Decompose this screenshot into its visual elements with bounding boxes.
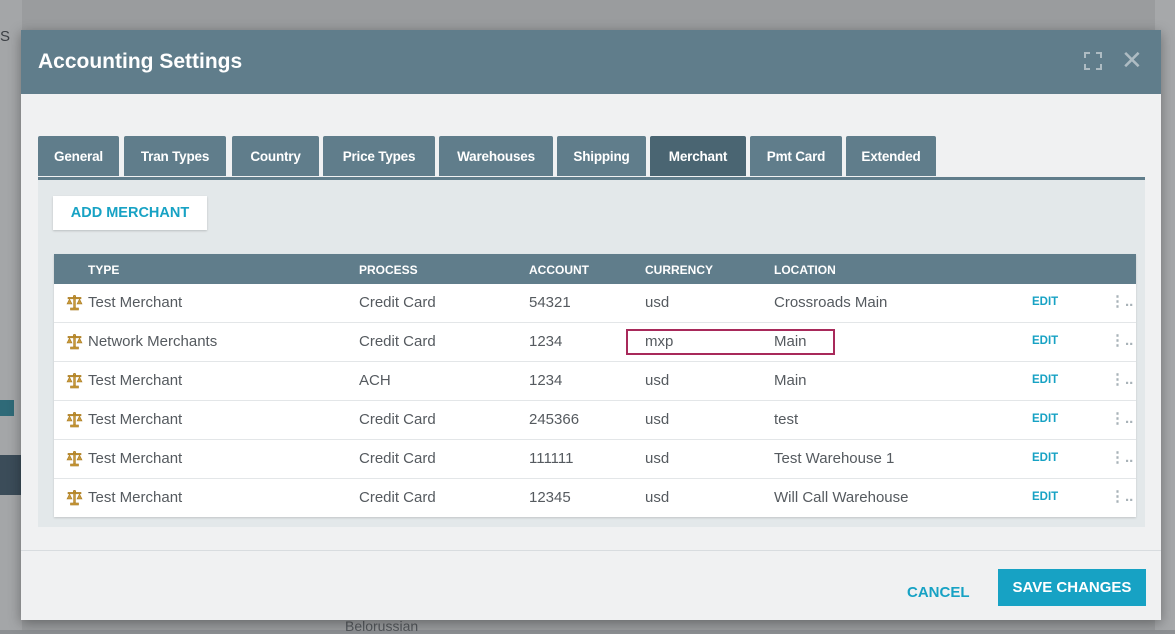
table-row[interactable]: Test Merchant Credit Card 245366 usd test EDI… bbox=[54, 400, 1136, 439]
cell-account: 1234 bbox=[529, 333, 563, 350]
table-header: TYPE PROCESS ACCOUNT CURRENCY LOCATION bbox=[54, 254, 1136, 284]
edit-link[interactable]: EDIT bbox=[1032, 452, 1058, 464]
tab-general[interactable]: General bbox=[38, 136, 119, 176]
background-sidebar bbox=[0, 0, 22, 630]
accounting-settings-dialog: Accounting Settings ✕ General Tran Types C… bbox=[21, 30, 1161, 620]
cell-type: Network Merchants bbox=[88, 333, 218, 350]
cell-location: Main bbox=[774, 372, 807, 389]
scales-icon bbox=[66, 372, 83, 389]
cell-account: 54321 bbox=[529, 294, 571, 311]
table-row[interactable]: Network Merchants Credit Card 1234 mxp Main E… bbox=[54, 322, 1136, 361]
edit-link[interactable]: EDIT bbox=[1032, 374, 1058, 386]
cell-account: 111111 bbox=[529, 450, 574, 467]
cell-location: Will Call Warehouse bbox=[774, 489, 909, 506]
close-icon[interactable]: ✕ bbox=[1121, 47, 1143, 73]
column-header-account[interactable]: ACCOUNT bbox=[529, 263, 589, 277]
background-label: S bbox=[0, 28, 11, 45]
cell-location: test bbox=[774, 411, 799, 428]
cell-type: Test Merchant bbox=[88, 411, 183, 428]
tab-country[interactable]: Country bbox=[232, 136, 319, 176]
more-options-icon[interactable]: ⋮.. bbox=[1110, 331, 1133, 349]
cell-process: Credit Card bbox=[359, 294, 436, 311]
column-header-location[interactable]: LOCATION bbox=[774, 263, 836, 277]
more-options-icon[interactable]: ⋮.. bbox=[1110, 292, 1133, 310]
background-marker bbox=[0, 455, 22, 495]
scales-icon bbox=[66, 294, 83, 311]
column-header-type[interactable]: TYPE bbox=[88, 263, 119, 277]
cell-currency: usd bbox=[645, 294, 670, 311]
add-merchant-button[interactable]: ADD MERCHANT bbox=[53, 196, 207, 230]
scales-icon bbox=[66, 450, 83, 467]
cell-type: Test Merchant bbox=[88, 372, 183, 389]
cell-process: Credit Card bbox=[359, 450, 436, 467]
more-options-icon[interactable]: ⋮.. bbox=[1110, 448, 1133, 466]
tab-warehouses[interactable]: Warehouses bbox=[439, 136, 553, 176]
cell-currency: usd bbox=[645, 489, 670, 506]
tab-pmt-card[interactable]: Pmt Card bbox=[750, 136, 842, 176]
highlight-box bbox=[626, 329, 835, 355]
edit-link[interactable]: EDIT bbox=[1032, 491, 1058, 503]
dialog-header: Accounting Settings ✕ bbox=[21, 30, 1161, 94]
cell-account: 1234 bbox=[529, 372, 563, 389]
edit-link[interactable]: EDIT bbox=[1032, 413, 1058, 425]
more-options-icon[interactable]: ⋮.. bbox=[1110, 409, 1133, 427]
tab-merchant[interactable]: Merchant bbox=[650, 136, 746, 176]
tab-price-types[interactable]: Price Types bbox=[323, 136, 435, 176]
column-header-process[interactable]: PROCESS bbox=[359, 263, 418, 277]
tab-tran-types[interactable]: Tran Types bbox=[124, 136, 226, 176]
scales-icon bbox=[66, 489, 83, 506]
cell-type: Test Merchant bbox=[88, 294, 183, 311]
background-marker bbox=[0, 400, 14, 416]
table-row[interactable]: Test Merchant ACH 1234 usd Main EDIT ⋮.. bbox=[54, 361, 1136, 400]
footer-divider bbox=[21, 550, 1161, 551]
cell-location: Test Warehouse 1 bbox=[774, 450, 895, 467]
edit-link[interactable]: EDIT bbox=[1032, 296, 1058, 308]
tab-shipping[interactable]: Shipping bbox=[557, 136, 646, 176]
cell-type: Test Merchant bbox=[88, 450, 183, 467]
cell-account: 245366 bbox=[529, 411, 580, 428]
save-changes-button[interactable]: SAVE CHANGES bbox=[998, 569, 1146, 606]
cell-location: Crossroads Main bbox=[774, 294, 888, 311]
cell-currency: usd bbox=[645, 450, 670, 467]
more-options-icon[interactable]: ⋮.. bbox=[1110, 487, 1133, 505]
dialog-title: Accounting Settings bbox=[38, 50, 243, 73]
tab-extended[interactable]: Extended bbox=[846, 136, 936, 176]
cell-type: Test Merchant bbox=[88, 489, 183, 506]
cell-currency: usd bbox=[645, 372, 670, 389]
scales-icon bbox=[66, 333, 83, 350]
cell-process: Credit Card bbox=[359, 489, 436, 506]
edit-link[interactable]: EDIT bbox=[1032, 335, 1058, 347]
merchant-panel: ADD MERCHANT TYPE PROCESS ACCOUNT CURREN… bbox=[38, 180, 1145, 527]
more-options-icon[interactable]: ⋮.. bbox=[1110, 370, 1133, 388]
table-body: Test Merchant Credit Card 54321 usd Crossroa… bbox=[54, 284, 1136, 517]
expand-icon[interactable] bbox=[1084, 52, 1102, 70]
cell-process: Credit Card bbox=[359, 411, 436, 428]
scales-icon bbox=[66, 411, 83, 428]
cell-process: Credit Card bbox=[359, 333, 436, 350]
cancel-button[interactable]: CANCEL bbox=[907, 575, 970, 611]
table-row[interactable]: Test Merchant Credit Card 54321 usd Crossroa… bbox=[54, 284, 1136, 322]
table-row[interactable]: Test Merchant Credit Card 111111 usd Test Wa… bbox=[54, 439, 1136, 478]
cell-account: 12345 bbox=[529, 489, 571, 506]
table-row[interactable]: Test Merchant Credit Card 12345 usd Will Cal… bbox=[54, 478, 1136, 517]
background-list-item: Belorussian bbox=[345, 618, 419, 634]
column-header-currency[interactable]: CURRENCY bbox=[645, 263, 713, 277]
merchant-table: TYPE PROCESS ACCOUNT CURRENCY LOCATION T… bbox=[54, 254, 1136, 517]
cell-process: ACH bbox=[359, 372, 391, 389]
cell-currency: usd bbox=[645, 411, 670, 428]
